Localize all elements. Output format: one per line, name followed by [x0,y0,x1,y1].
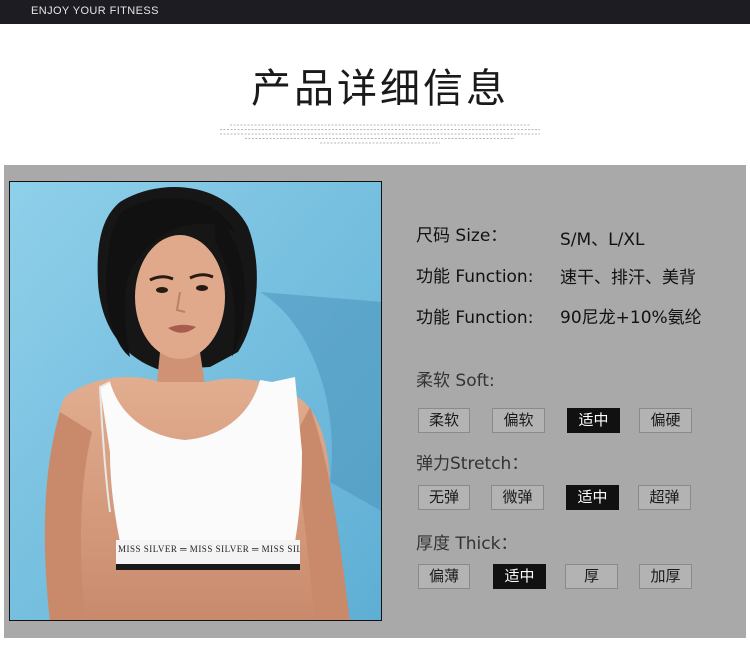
stretch-option-super[interactable]: 超弹 [638,485,691,510]
banner-slogan: ENJOY YOUR FITNESS [31,5,159,17]
photo-band-text: MISS SILVER ═ MISS SILVER ═ MISS SILVE [118,544,300,554]
thickness-title: 厚度 Thick： [416,534,518,554]
softness-option-soft[interactable]: 柔软 [418,408,470,433]
softness-option-slightly-firm[interactable]: 偏硬 [639,408,692,433]
spec-function-value: 速干、排汗、美背 [560,268,696,288]
stretch-option-slight[interactable]: 微弹 [491,485,544,510]
top-banner: ENJOY YOUR FITNESS [0,0,750,24]
thickness-option-thin[interactable]: 偏薄 [418,564,470,589]
stretch-option-none[interactable]: 无弹 [418,485,470,510]
page-title: 产品详细信息 [251,66,509,112]
softness-option-medium[interactable]: 适中 [567,408,620,433]
spec-size-value: S/M、L/XL [560,230,645,250]
spec-material-value: 90尼龙+10%氨纶 [560,308,702,328]
spec-material-label: 功能 Function: [416,308,534,328]
spec-function-label: 功能 Function: [416,267,534,287]
title-decoration [220,124,540,144]
thickness-option-medium[interactable]: 适中 [493,564,546,589]
product-photo: MISS SILVER ═ MISS SILVER ═ MISS SILVE [9,181,382,621]
softness-option-slightly-soft[interactable]: 偏软 [492,408,545,433]
thickness-option-extra-thick[interactable]: 加厚 [639,564,692,589]
stretch-title: 弹力Stretch： [416,454,529,474]
softness-title: 柔软 Soft: [416,371,495,391]
stretch-option-medium[interactable]: 适中 [566,485,619,510]
thickness-option-thick[interactable]: 厚 [565,564,618,589]
spec-size-label: 尺码 Size： [416,226,508,246]
